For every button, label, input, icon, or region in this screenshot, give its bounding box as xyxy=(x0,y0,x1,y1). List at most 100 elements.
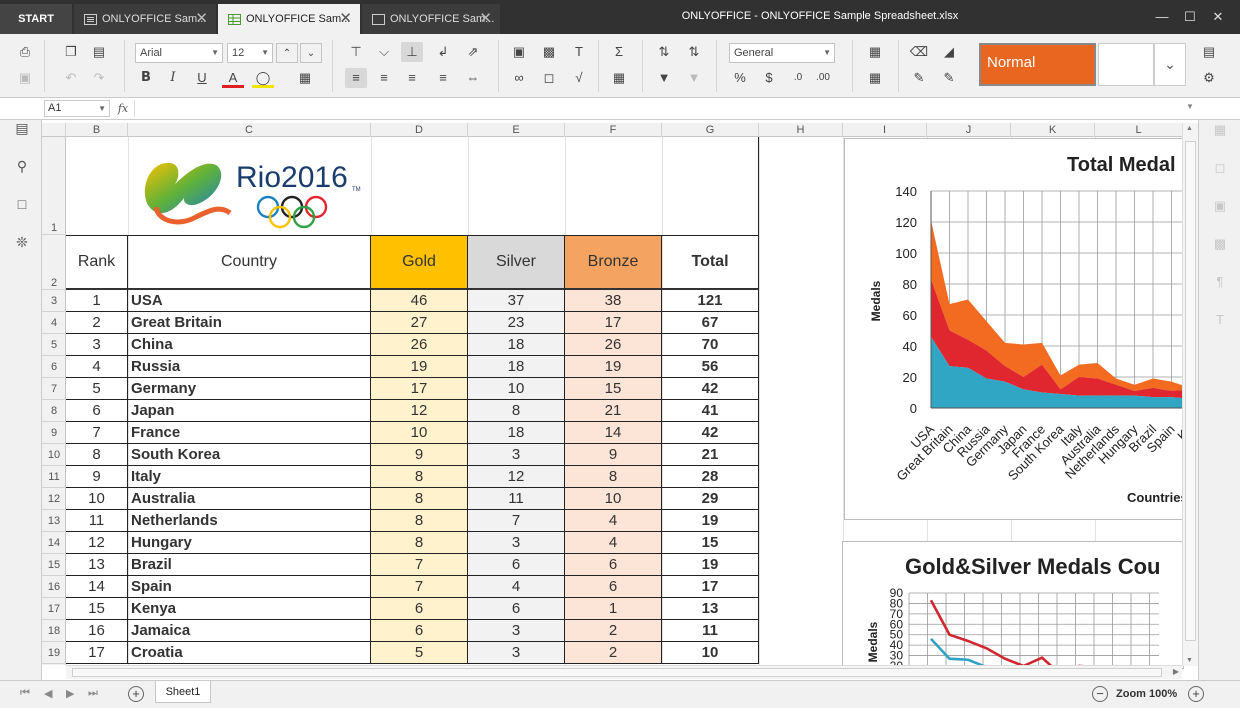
cell-country[interactable]: Germany xyxy=(128,378,371,400)
cell-total[interactable]: 10 xyxy=(662,642,759,664)
cell-bronze[interactable]: 17 xyxy=(565,312,662,334)
table-format-icon[interactable]: ▦ xyxy=(608,68,630,88)
cell-silver[interactable]: 3 xyxy=(468,532,565,554)
last-sheet-icon[interactable]: ⏭ xyxy=(88,687,98,700)
cell-silver[interactable]: 3 xyxy=(468,642,565,664)
maximize-button[interactable]: ☐ xyxy=(1179,6,1201,28)
cell-total[interactable]: 29 xyxy=(662,488,759,510)
row-header[interactable]: 2 xyxy=(42,235,66,290)
fill-color-icon[interactable]: ◯ xyxy=(252,68,274,88)
function-icon[interactable]: fx xyxy=(114,100,132,117)
cell-total[interactable]: 19 xyxy=(662,510,759,532)
cell-total[interactable]: 15 xyxy=(662,532,759,554)
cell-gold[interactable]: 46 xyxy=(371,290,468,312)
cell-total[interactable]: 13 xyxy=(662,598,759,620)
filter-icon[interactable]: ▼ xyxy=(653,68,675,88)
cell-rank[interactable]: 17 xyxy=(66,642,128,664)
minimize-button[interactable]: — xyxy=(1151,6,1173,28)
cell-rank[interactable]: 12 xyxy=(66,532,128,554)
horizontal-scroll-thumb[interactable] xyxy=(72,668,1162,677)
cell-silver[interactable]: 37 xyxy=(468,290,565,312)
currency-icon[interactable]: $ xyxy=(758,68,780,88)
zoom-in-button[interactable]: + xyxy=(1188,686,1204,702)
cell-country[interactable]: Spain xyxy=(128,576,371,598)
column-header[interactable]: E xyxy=(468,123,565,137)
cell-gold[interactable]: 6 xyxy=(371,620,468,642)
justify-icon[interactable]: ≡ xyxy=(432,68,454,88)
paste-icon[interactable]: ▤ xyxy=(88,42,110,62)
conditional-format-icon[interactable]: ◢ xyxy=(938,42,960,62)
cell-gold[interactable]: 6 xyxy=(371,598,468,620)
row-header[interactable]: 3 xyxy=(42,290,66,312)
cell-bronze[interactable]: 4 xyxy=(565,510,662,532)
align-middle-icon[interactable]: ⌵ xyxy=(373,42,395,62)
header-rank[interactable]: Rank xyxy=(66,235,128,290)
cell-silver[interactable]: 7 xyxy=(468,510,565,532)
row-header[interactable]: 6 xyxy=(42,356,66,378)
cell-bronze[interactable]: 4 xyxy=(565,532,662,554)
header-bronze[interactable]: Bronze xyxy=(565,235,662,290)
equation-icon[interactable]: √ xyxy=(568,68,590,88)
cell-country[interactable]: Great Britain xyxy=(128,312,371,334)
cell-style-gallery[interactable] xyxy=(1098,43,1154,86)
close-icon[interactable]: ✕ xyxy=(339,11,352,26)
cell-bronze[interactable]: 9 xyxy=(565,444,662,466)
column-header[interactable]: C xyxy=(128,123,371,137)
clear-icon[interactable]: ⌫ xyxy=(908,42,930,62)
column-header[interactable]: D xyxy=(371,123,468,137)
row-header[interactable]: 9 xyxy=(42,422,66,444)
cell-country[interactable]: Jamaica xyxy=(128,620,371,642)
cell-gold[interactable]: 7 xyxy=(371,576,468,598)
align-top-icon[interactable]: ⊤ xyxy=(345,42,367,62)
copy-style-icon[interactable]: ✎ xyxy=(908,68,930,88)
vertical-scroll-thumb[interactable] xyxy=(1185,141,1196,641)
italic-icon[interactable]: I xyxy=(162,68,184,88)
gear-icon[interactable]: ⚙ xyxy=(1198,68,1220,88)
undo-icon[interactable]: ↶ xyxy=(60,68,82,88)
cell-gold[interactable]: 10 xyxy=(371,422,468,444)
cell-rank[interactable]: 6 xyxy=(66,400,128,422)
insert-textbox-icon[interactable]: T xyxy=(568,42,590,62)
cell-rank[interactable]: 15 xyxy=(66,598,128,620)
style-gallery-expand[interactable]: ⌄ xyxy=(1154,43,1186,86)
cell-country[interactable]: South Korea xyxy=(128,444,371,466)
number-format-select[interactable]: General ▼ xyxy=(729,43,835,63)
tab-start[interactable]: START xyxy=(0,4,72,34)
sort-ascending-icon[interactable]: ⇅ xyxy=(653,42,675,62)
cell-total[interactable]: 121 xyxy=(662,290,759,312)
cell-silver[interactable]: 4 xyxy=(468,576,565,598)
cell-rank[interactable]: 3 xyxy=(66,334,128,356)
cell-bronze[interactable]: 8 xyxy=(565,466,662,488)
font-size-select[interactable]: 12 ▼ xyxy=(227,43,273,63)
cell-country[interactable]: Netherlands xyxy=(128,510,371,532)
row-header[interactable]: 19 xyxy=(42,642,66,664)
cell-silver[interactable]: 6 xyxy=(468,554,565,576)
cell-rank[interactable]: 7 xyxy=(66,422,128,444)
cell-gold[interactable]: 27 xyxy=(371,312,468,334)
cell-rank[interactable]: 11 xyxy=(66,510,128,532)
cell-silver[interactable]: 8 xyxy=(468,400,565,422)
cell-name-box[interactable]: A1 ▼ xyxy=(44,100,110,117)
cell-total[interactable]: 56 xyxy=(662,356,759,378)
shape-settings-icon[interactable]: ◻ xyxy=(1211,160,1229,178)
cell-bronze[interactable]: 15 xyxy=(565,378,662,400)
clear-filter-icon[interactable]: ▼ xyxy=(683,68,705,88)
cell-bronze[interactable]: 14 xyxy=(565,422,662,444)
tab-document[interactable]: ONLYOFFICE Sam... ✕ xyxy=(74,4,216,34)
column-header[interactable]: H xyxy=(759,123,843,137)
column-header[interactable]: J xyxy=(927,123,1011,137)
cell-silver[interactable]: 23 xyxy=(468,312,565,334)
cell-bronze[interactable]: 2 xyxy=(565,620,662,642)
row-header[interactable]: 7 xyxy=(42,378,66,400)
cell-country[interactable]: Australia xyxy=(128,488,371,510)
hyperlink-icon[interactable]: ∞ xyxy=(508,68,530,88)
borders-icon[interactable]: ▦ xyxy=(294,68,316,88)
cell-country[interactable]: Croatia xyxy=(128,642,371,664)
scroll-right-icon[interactable]: ▶ xyxy=(1173,667,1179,676)
align-right-icon[interactable]: ≡ xyxy=(401,68,423,88)
copy-icon[interactable]: ❐ xyxy=(60,42,82,62)
cell-silver[interactable]: 10 xyxy=(468,378,565,400)
decrease-font-icon[interactable]: ⌄ xyxy=(300,43,322,63)
scroll-up-icon[interactable]: ▲ xyxy=(1186,125,1193,132)
scroll-down-icon[interactable]: ▼ xyxy=(1186,657,1193,664)
